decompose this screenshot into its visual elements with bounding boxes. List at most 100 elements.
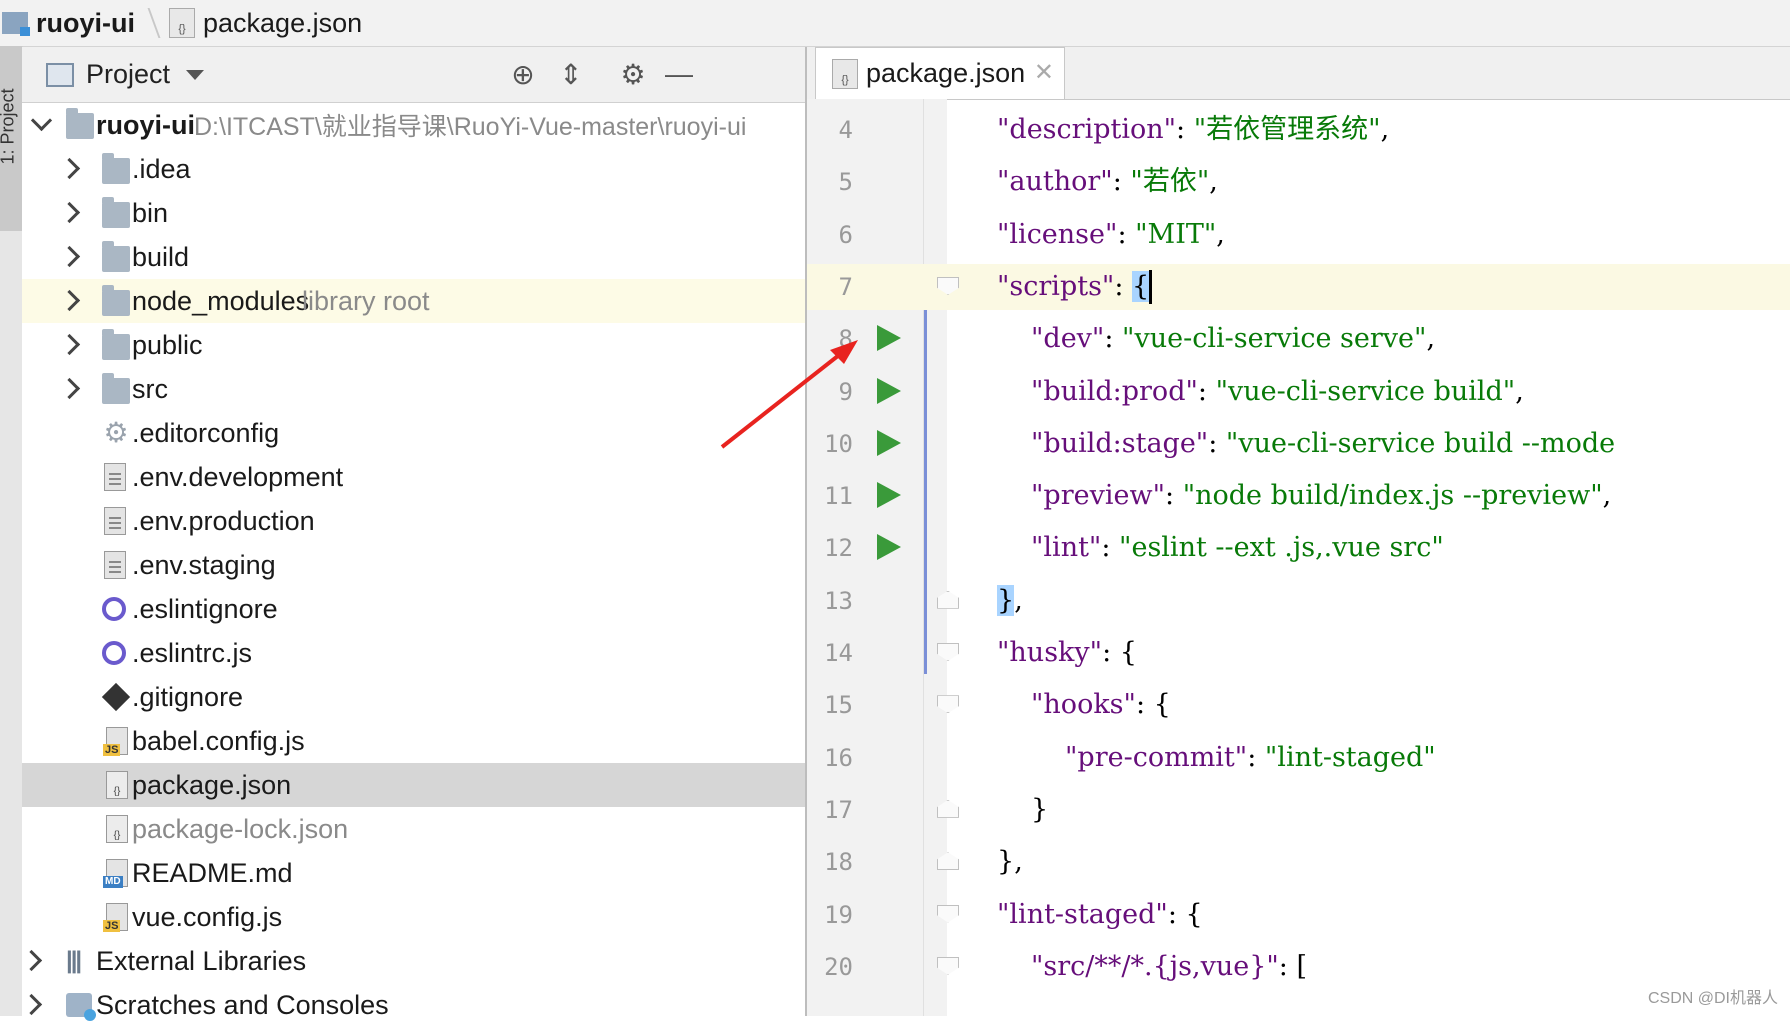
fold-icon[interactable] — [937, 643, 959, 661]
chevron-right-icon[interactable] — [58, 245, 81, 268]
folder-icon — [102, 197, 130, 228]
code-line[interactable]: 16 "pre-commit": "lint-staged" — [807, 735, 1790, 781]
code-line[interactable]: 14 "husky": { — [807, 630, 1790, 676]
project-view-selector[interactable]: Project — [86, 59, 170, 90]
tree-item-editorconfig[interactable]: ⚙ .editorconfig — [22, 411, 805, 455]
code-line[interactable]: 5 "author": "若依", — [807, 159, 1790, 205]
code-line[interactable]: 18}, — [807, 839, 1790, 885]
line-number: 10 — [824, 429, 853, 458]
tree-item-scratches[interactable]: Scratches and Consoles — [20, 983, 805, 1027]
line-number: 16 — [824, 743, 853, 772]
tree-item-readme[interactable]: README.md — [22, 851, 805, 895]
chevron-right-icon[interactable] — [58, 333, 81, 356]
code-text: "preview": "node build/index.js --previe… — [1031, 480, 1612, 512]
folder-icon — [102, 373, 130, 404]
folder-icon — [102, 153, 130, 184]
code-text: "license": "MIT", — [997, 218, 1225, 250]
line-number: 17 — [824, 795, 853, 824]
code-line[interactable]: 15 "hooks": { — [807, 682, 1790, 728]
fold-icon[interactable] — [937, 590, 959, 609]
code-text: "pre-commit": "lint-staged" — [1065, 741, 1436, 773]
code-text: "lint-staged": { — [997, 898, 1203, 930]
fold-icon[interactable] — [937, 852, 959, 871]
tree-item-src[interactable]: src — [22, 367, 805, 411]
chevron-right-icon[interactable] — [58, 289, 81, 312]
code-line[interactable]: 11 "preview": "node build/index.js --prev… — [807, 473, 1790, 519]
locate-icon[interactable]: ⊕ — [506, 57, 540, 91]
code-text: "build:stage": "vue-cli-service build --… — [1031, 427, 1616, 459]
line-number: 13 — [824, 586, 853, 615]
chevron-down-icon[interactable] — [186, 69, 205, 80]
js-file-icon — [103, 727, 128, 756]
text-file-icon — [104, 463, 126, 491]
folder-icon — [102, 329, 130, 360]
run-icon[interactable] — [877, 429, 901, 456]
code-text: "author": "若依", — [997, 166, 1218, 198]
hide-icon[interactable]: — — [662, 57, 696, 91]
chevron-right-icon[interactable] — [58, 201, 81, 224]
tree-item-package-json[interactable]: {} package.json — [22, 763, 805, 807]
fold-icon[interactable] — [937, 956, 959, 975]
json-file-icon: {} — [169, 8, 195, 38]
tree-item-gitignore[interactable]: .gitignore — [22, 675, 805, 719]
editor-tab-package-json[interactable]: {} package.json ✕ — [815, 47, 1065, 99]
tree-item-eslintignore[interactable]: .eslintignore — [22, 587, 805, 631]
tree-item-build[interactable]: build — [22, 235, 805, 279]
code-line[interactable]: 7 "scripts": { — [807, 263, 1790, 310]
close-icon[interactable]: ✕ — [1034, 58, 1054, 87]
chevron-right-icon[interactable] — [20, 993, 43, 1016]
line-number: 7 — [838, 272, 853, 301]
fold-icon[interactable] — [937, 276, 959, 295]
chevron-down-icon[interactable] — [30, 109, 53, 132]
tree-root[interactable]: ruoyi-ui D:\ITCAST\就业指导课\RuoYi-Vue-maste… — [22, 103, 805, 147]
scratches-icon — [66, 993, 96, 1021]
line-number: 4 — [838, 116, 853, 144]
code-line[interactable]: 12 "lint": "eslint --ext .js,.vue src" — [807, 525, 1790, 571]
tree-item-vue-config[interactable]: vue.config.js — [22, 895, 805, 939]
run-icon[interactable] — [877, 377, 901, 404]
tree-item-eslintrc[interactable]: .eslintrc.js — [22, 631, 805, 675]
gear-icon[interactable]: ⚙ — [616, 57, 650, 91]
tree-item-public[interactable]: public — [22, 323, 805, 367]
breadcrumb-file[interactable]: {} package.json — [169, 0, 362, 46]
folder-icon — [102, 285, 130, 316]
breadcrumb-project[interactable]: ruoyi-ui — [0, 0, 135, 46]
line-number: 8 — [838, 325, 853, 354]
tree-item-env-development[interactable]: .env.development — [22, 455, 805, 499]
libraries-icon: ||| — [66, 947, 82, 974]
code-text: "scripts": { — [997, 264, 1153, 310]
tree-item-idea[interactable]: .idea — [22, 147, 805, 191]
chevron-right-icon[interactable] — [20, 949, 43, 972]
fold-icon[interactable] — [937, 695, 959, 714]
js-file-icon — [103, 903, 128, 932]
tree-item-package-lock-json[interactable]: {} package-lock.json — [22, 807, 805, 851]
project-tool-window-tab[interactable]: 1: Project — [0, 46, 22, 231]
tree-item-bin[interactable]: bin — [22, 191, 805, 235]
editor-tab-bar: {} package.json ✕ — [807, 47, 1790, 100]
code-line[interactable]: 4 "description": "若依管理系统", — [807, 107, 1790, 153]
tree-item-babel-config[interactable]: babel.config.js — [22, 719, 805, 763]
run-icon[interactable] — [877, 534, 901, 561]
tree-item-env-production[interactable]: .env.production — [22, 499, 805, 543]
fold-icon[interactable] — [937, 799, 959, 818]
tree-item-env-staging[interactable]: .env.staging — [22, 543, 805, 587]
chevron-right-icon[interactable] — [58, 377, 81, 400]
fold-icon[interactable] — [937, 904, 959, 923]
code-line[interactable]: 8 "dev": "vue-cli-service serve", — [807, 316, 1790, 362]
tree-item-external-libraries[interactable]: ||| External Libraries — [20, 939, 805, 983]
line-number: 12 — [824, 534, 853, 563]
code-line[interactable]: 13}, — [807, 578, 1790, 624]
code-line[interactable]: 9 "build:prod": "vue-cli-service build", — [807, 369, 1790, 415]
code-line[interactable]: 20 "src/**/*.{js,vue}": [ — [807, 944, 1790, 990]
run-icon[interactable] — [877, 325, 901, 352]
run-icon[interactable] — [877, 482, 901, 509]
line-number: 11 — [824, 482, 853, 511]
code-line[interactable]: 6 "license": "MIT", — [807, 212, 1790, 258]
collapse-all-icon[interactable]: ⇕ — [554, 57, 588, 91]
code-text: "build:prod": "vue-cli-service build", — [1031, 375, 1524, 407]
code-line[interactable]: 10 "build:stage": "vue-cli-service build … — [807, 421, 1790, 467]
code-line[interactable]: 19 "lint-staged": { — [807, 892, 1790, 938]
chevron-right-icon[interactable] — [58, 157, 81, 180]
tree-item-node-modules[interactable]: node_modules library root — [22, 279, 805, 323]
code-line[interactable]: 17} — [807, 787, 1790, 833]
